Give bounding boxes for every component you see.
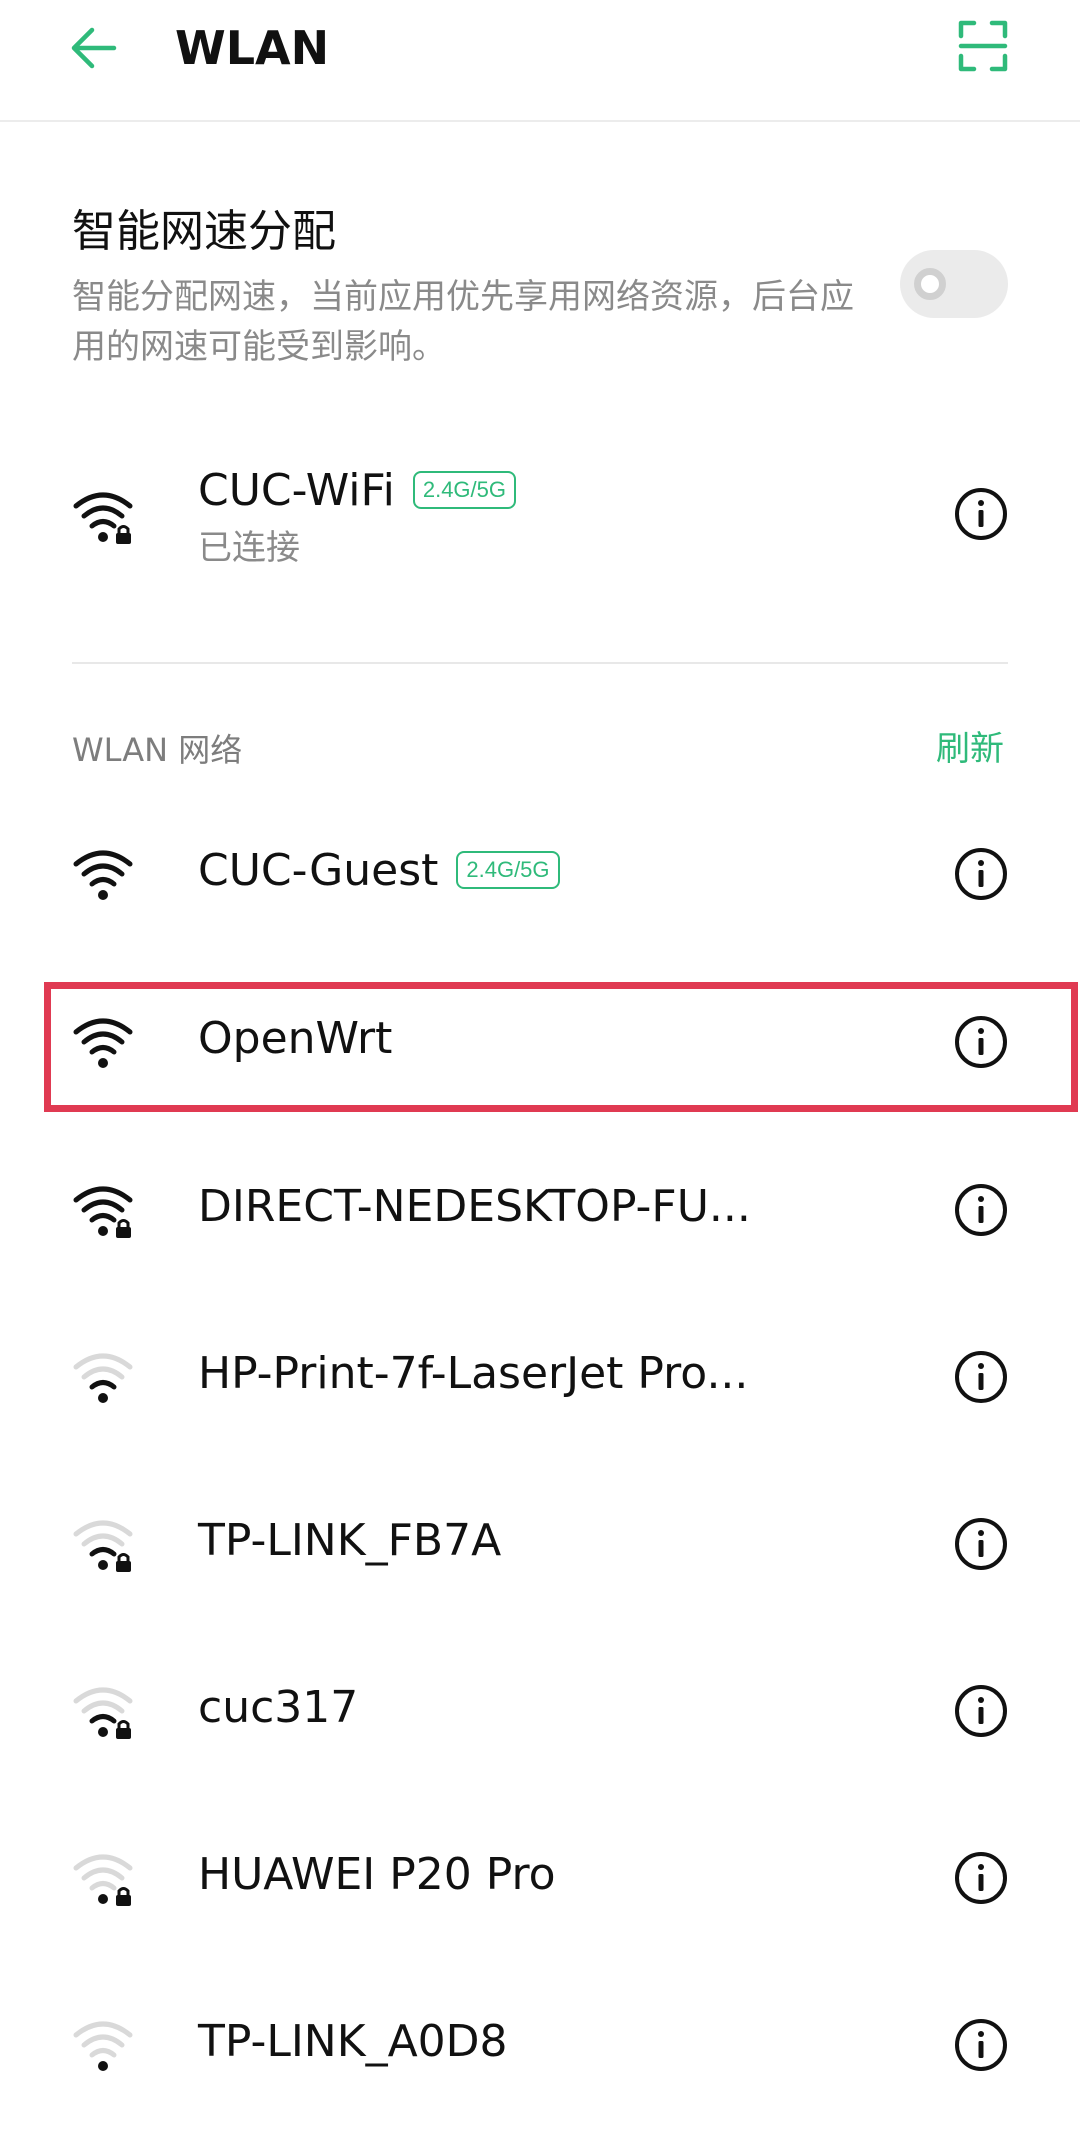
network-row[interactable]: HUAWEI P20 Pro	[0, 1794, 1080, 1962]
band-badge: 2.4G/5G	[456, 851, 560, 889]
info-icon[interactable]	[954, 1350, 1008, 1404]
back-arrow-icon[interactable]	[64, 18, 124, 78]
network-name: cuc317	[198, 1682, 359, 1733]
wifi-weak-icon	[73, 2021, 133, 2071]
scan-icon[interactable]	[958, 20, 1008, 72]
toggle-knob	[914, 268, 946, 300]
refresh-button[interactable]: 刷新	[936, 726, 1004, 772]
app-header: WLAN	[0, 0, 1080, 122]
connection-status: 已连接	[198, 528, 300, 568]
connected-network-row[interactable]: CUC-WiFi 2.4G/5G	[0, 430, 1080, 598]
wifi-weak-locked-icon	[73, 1854, 133, 1906]
wifi-locked-icon	[73, 1186, 133, 1238]
wifi-weak-icon	[73, 1353, 133, 1403]
info-icon[interactable]	[954, 1517, 1008, 1571]
network-row[interactable]: TP-LINK_FB7A	[0, 1460, 1080, 1628]
info-icon[interactable]	[954, 487, 1008, 541]
smart-speed-description: 智能分配网速，当前应用优先享用网络资源，后台应用的网速可能受到影响。	[72, 277, 854, 367]
divider	[72, 662, 1008, 664]
network-name: CUC-WiFi	[198, 465, 395, 516]
wifi-locked-icon	[73, 492, 133, 544]
network-row[interactable]: cuc317	[0, 1627, 1080, 1795]
network-row[interactable]: CUC-Guest 2.4G/5G	[0, 790, 1080, 958]
wifi-weak-locked-icon	[73, 1520, 133, 1572]
network-name: TP-LINK_FB7A	[198, 1515, 502, 1566]
section-label: WLAN 网络	[72, 731, 243, 769]
network-row[interactable]: DIRECT-NEDESKTOP-FU...	[0, 1126, 1080, 1294]
network-row[interactable]: TP-LINK_A0D8	[0, 1961, 1080, 2129]
smart-speed-title: 智能网速分配	[72, 206, 336, 257]
info-icon[interactable]	[954, 1183, 1008, 1237]
band-badge: 2.4G/5G	[412, 471, 516, 509]
info-icon[interactable]	[954, 2018, 1008, 2072]
network-name: TP-LINK_A0D8	[198, 2016, 508, 2067]
network-name: HUAWEI P20 Pro	[198, 1849, 556, 1900]
smart-speed-toggle[interactable]	[900, 250, 1008, 318]
wifi-weak-locked-icon	[73, 1687, 133, 1739]
network-name: HP-Print-7f-LaserJet Pro...	[198, 1348, 749, 1399]
info-icon[interactable]	[954, 1015, 1008, 1069]
wifi-icon	[73, 1018, 133, 1068]
network-name: OpenWrt	[198, 1013, 393, 1064]
info-icon[interactable]	[954, 1684, 1008, 1738]
network-name: CUC-Guest	[198, 845, 439, 896]
network-row[interactable]: OpenWrt	[0, 958, 1080, 1126]
network-name: DIRECT-NEDESKTOP-FU...	[198, 1181, 751, 1232]
page-title: WLAN	[175, 21, 330, 75]
wifi-icon	[73, 850, 133, 900]
network-row[interactable]: HP-Print-7f-LaserJet Pro...	[0, 1293, 1080, 1461]
info-icon[interactable]	[954, 1851, 1008, 1905]
info-icon[interactable]	[954, 847, 1008, 901]
